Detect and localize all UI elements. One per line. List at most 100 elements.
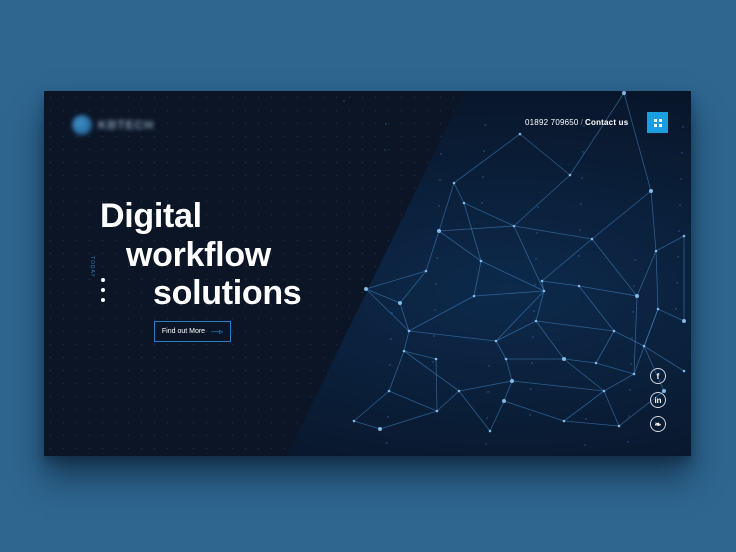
star-particle	[529, 414, 531, 416]
star-particle	[437, 231, 439, 233]
star-particle	[440, 153, 442, 155]
star-particle	[482, 176, 484, 178]
pager-dot[interactable]	[101, 278, 105, 282]
network-node	[407, 329, 411, 333]
network-node	[378, 427, 382, 431]
slide-pager	[101, 278, 105, 302]
star-particle	[579, 229, 581, 231]
star-particle	[536, 232, 538, 234]
network-node	[682, 319, 686, 323]
network-link	[603, 373, 635, 392]
network-node	[504, 357, 508, 361]
network-link	[495, 340, 507, 360]
network-node	[662, 389, 666, 393]
logo[interactable]: KBTECH	[72, 115, 154, 135]
pager-dot[interactable]	[101, 288, 105, 292]
network-link	[578, 285, 638, 297]
network-node	[590, 237, 594, 241]
network-node	[398, 301, 402, 305]
network-link	[438, 230, 482, 262]
star-particle	[434, 309, 436, 311]
star-particle	[628, 415, 630, 417]
network-node	[622, 91, 626, 95]
vertical-label: TODAY	[89, 256, 95, 278]
star-particle	[584, 444, 586, 446]
arrow-right-icon: —▹	[211, 327, 224, 336]
network-link	[489, 400, 505, 432]
network-node	[518, 132, 522, 136]
star-particle	[627, 441, 629, 443]
star-particle	[485, 443, 487, 445]
star-particle	[634, 259, 636, 261]
network-link	[563, 420, 620, 427]
network-node	[534, 319, 538, 323]
network-link	[403, 350, 460, 392]
network-link	[503, 400, 565, 422]
network-link	[578, 285, 615, 332]
network-node	[656, 307, 660, 311]
network-node	[612, 329, 616, 333]
network-link	[379, 410, 438, 430]
star-particle	[534, 284, 536, 286]
phone-number[interactable]: 01892 709650	[525, 118, 579, 127]
star-particle	[632, 311, 634, 313]
network-link	[623, 92, 652, 192]
network-link	[408, 330, 497, 342]
network-link	[403, 330, 410, 352]
find-out-more-button[interactable]: Find out More —▹	[154, 321, 231, 342]
network-link	[436, 390, 460, 412]
star-particle	[676, 282, 678, 284]
facebook-icon[interactable]: f	[650, 368, 666, 384]
network-node	[494, 339, 498, 343]
network-link	[353, 390, 390, 422]
network-node	[635, 294, 639, 298]
star-particle	[487, 391, 489, 393]
star-particle	[537, 206, 539, 208]
contact-us-link[interactable]: Contact us	[585, 118, 628, 127]
twitter-icon[interactable]: ❧	[650, 416, 666, 432]
network-link	[505, 358, 513, 382]
network-link	[569, 92, 625, 176]
network-link	[480, 260, 545, 292]
network-link	[503, 380, 513, 402]
network-link	[603, 390, 620, 427]
network-link	[425, 230, 440, 272]
star-particle	[439, 179, 441, 181]
star-particle	[677, 256, 679, 258]
network-node	[510, 379, 514, 383]
hero-card: KBTECH 01892 709650/Contact us Digital w…	[44, 91, 691, 456]
star-particle	[386, 442, 388, 444]
star-particle	[484, 124, 486, 126]
star-particle	[678, 230, 680, 232]
star-particle	[481, 202, 483, 204]
network-link	[408, 295, 475, 332]
network-node	[617, 424, 621, 428]
network-node	[434, 357, 438, 361]
network-link	[595, 330, 615, 364]
network-link	[541, 280, 580, 287]
network-node	[542, 289, 546, 293]
star-particle	[581, 177, 583, 179]
star-particle	[531, 362, 533, 364]
menu-button[interactable]	[647, 112, 668, 133]
linkedin-icon[interactable]: in	[650, 392, 666, 408]
network-link	[591, 238, 638, 297]
network-link	[453, 133, 521, 184]
network-link	[473, 260, 482, 297]
star-particle	[435, 283, 437, 285]
hero-headline: Digital workflow solutions	[100, 197, 302, 313]
star-particle	[486, 417, 488, 419]
network-link	[438, 225, 515, 232]
star-particle	[633, 285, 635, 287]
network-node	[577, 284, 581, 288]
star-particle	[681, 152, 683, 154]
network-link	[519, 133, 571, 176]
star-particle	[488, 365, 490, 367]
network-node	[649, 189, 653, 193]
star-particle	[389, 364, 391, 366]
network-link	[513, 174, 571, 227]
star-particle	[385, 123, 387, 125]
pager-dot[interactable]	[101, 298, 105, 302]
star-particle	[533, 310, 535, 312]
network-link	[563, 390, 605, 422]
